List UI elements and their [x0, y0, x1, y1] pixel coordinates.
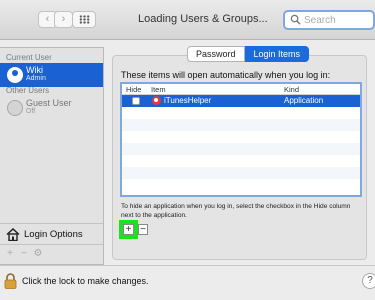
users-sidebar: Current User Wiki Admin Other Users Gues… — [0, 47, 104, 265]
lock-icon[interactable] — [4, 273, 17, 289]
item-kind: Application — [284, 96, 324, 105]
show-all-button[interactable] — [72, 11, 96, 28]
remove-login-item-button[interactable]: − — [138, 224, 148, 235]
user-item-wiki[interactable]: Wiki Admin — [0, 63, 103, 87]
empty-row — [122, 119, 360, 131]
search-field[interactable] — [283, 10, 375, 30]
user-item-guest[interactable]: Guest User Off — [0, 96, 103, 120]
user-role: Admin — [26, 75, 46, 82]
add-user-button[interactable]: + — [4, 248, 16, 260]
login-items-table[interactable]: Hide Item Kind iTunesHelper Application — [120, 82, 362, 197]
user-name: Wiki — [26, 65, 43, 75]
lock-message: Click the lock to make changes. — [22, 276, 149, 286]
tab-bar: Password Login Items — [187, 46, 310, 62]
column-kind[interactable]: Kind — [284, 85, 299, 94]
column-item[interactable]: Item — [151, 85, 166, 94]
plus-icon: + — [123, 224, 134, 235]
table-header: Hide Item Kind — [122, 84, 360, 95]
itunes-icon — [152, 96, 161, 105]
column-hide[interactable]: Hide — [126, 85, 141, 94]
login-options-label: Login Options — [24, 229, 83, 240]
sidebar-toolbar: + − ⚙ — [0, 244, 103, 265]
user-avatar-icon — [7, 67, 23, 83]
grid-icon — [79, 15, 90, 24]
other-users-heading: Other Users — [6, 86, 50, 95]
current-user-heading: Current User — [6, 53, 52, 62]
house-icon — [6, 228, 20, 241]
users-groups-window: ‹ › Loading Users & Groups... Current Us… — [0, 0, 375, 300]
empty-row — [122, 167, 360, 179]
help-button[interactable]: ? — [362, 273, 375, 289]
title-bar: ‹ › Loading Users & Groups... — [0, 0, 375, 40]
table-row[interactable]: iTunesHelper Application — [122, 95, 360, 107]
guest-user-state: Off — [26, 108, 36, 115]
login-options-item[interactable]: Login Options — [0, 223, 103, 244]
hide-hint: To hide an application when you log in, … — [121, 203, 351, 219]
item-name: iTunesHelper — [164, 96, 212, 105]
hide-checkbox[interactable] — [132, 97, 140, 105]
lock-bar: Click the lock to make changes. ? — [0, 265, 375, 300]
search-input[interactable] — [304, 13, 374, 27]
add-login-item-button[interactable]: + — [119, 220, 138, 239]
window-title: Loading Users & Groups... — [138, 13, 268, 25]
search-icon — [290, 14, 301, 25]
gear-icon[interactable]: ⚙ — [32, 248, 44, 260]
remove-user-button[interactable]: − — [18, 248, 30, 260]
forward-button[interactable]: › — [54, 11, 73, 28]
tab-login-items[interactable]: Login Items — [244, 46, 310, 62]
empty-row — [122, 143, 360, 155]
guest-avatar-icon — [7, 100, 23, 116]
guest-user-name: Guest User — [26, 98, 72, 108]
tab-password[interactable]: Password — [187, 46, 245, 62]
login-items-intro: These items will open automatically when… — [121, 70, 331, 80]
